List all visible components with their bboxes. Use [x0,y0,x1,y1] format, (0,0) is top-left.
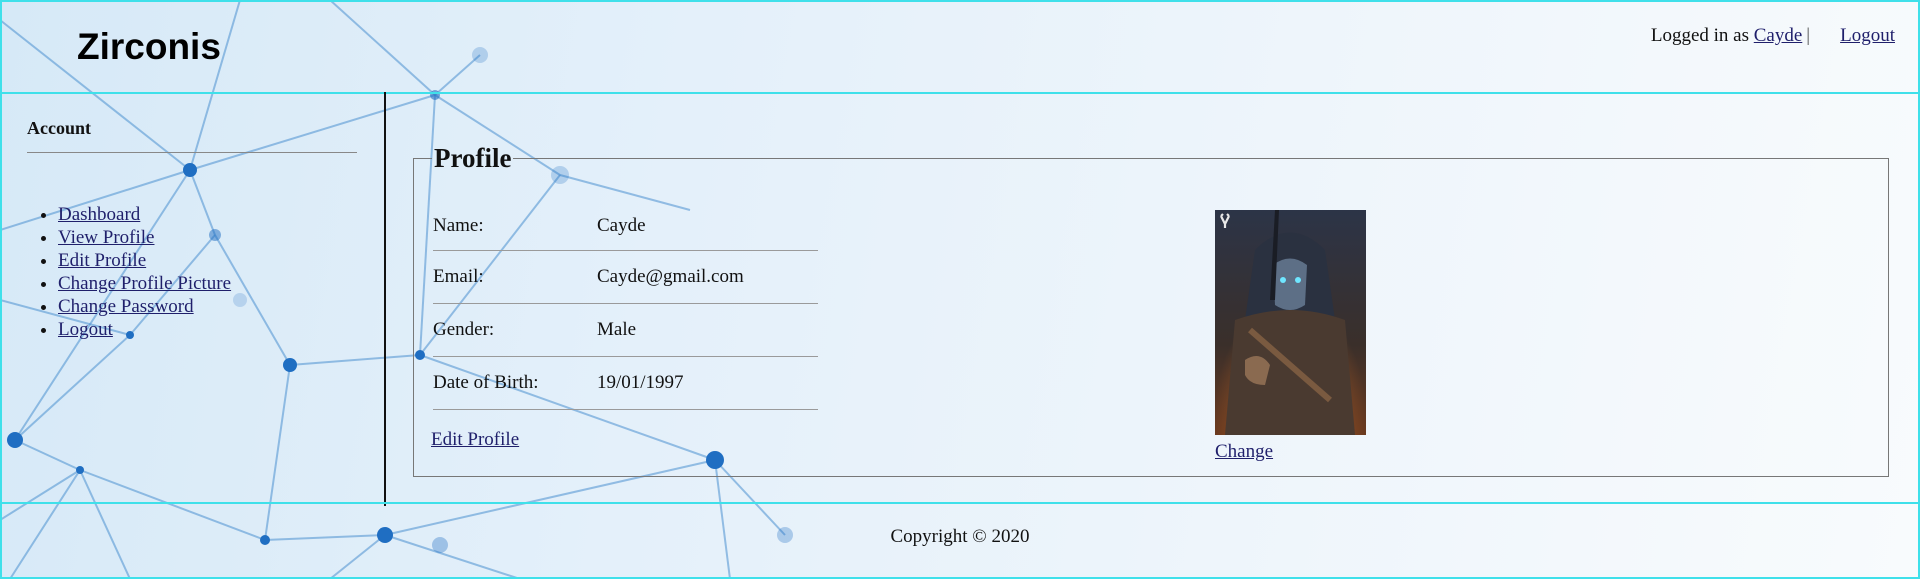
sidebar-link-logout[interactable]: Logout [58,319,113,340]
sidebar-title: Account [27,118,91,138]
sidebar-item-change-picture: Change Profile Picture [58,272,231,295]
sidebar-item-edit-profile: Edit Profile [58,249,231,272]
gender-label: Gender: [433,319,495,340]
profile-info-table: Name: Cayde Email: Cayde@gmail.com Gende… [433,202,818,410]
header-bar [0,0,1920,94]
profile-picture [1215,210,1366,435]
info-row-dob: Date of Birth: 19/01/1997 [433,357,818,410]
edit-profile-link[interactable]: Edit Profile [431,429,519,451]
sidebar-link-change-picture[interactable]: Change Profile Picture [58,273,231,294]
info-row-gender: Gender: Male [433,304,818,357]
header-logout-link[interactable]: Logout [1840,25,1895,46]
logged-in-label: Logged in as [1650,25,1749,46]
sidebar-item-view-profile: View Profile [58,226,231,249]
sidebar-divider [27,152,357,153]
change-picture-link[interactable]: Change [1215,441,1273,463]
copyright-text: Copyright © 2020 [890,526,1030,547]
sidebar-nav: Dashboard View Profile Edit Profile Chan… [18,203,231,341]
dob-value: 19/01/1997 [597,372,684,393]
gender-value: Male [597,319,637,340]
sidebar-item-dashboard: Dashboard [58,203,231,226]
username-link[interactable]: Cayde [1754,25,1803,46]
info-row-email: Email: Cayde@gmail.com [433,251,818,304]
site-logo: Zirconis [77,26,221,67]
info-row-name: Name: Cayde [433,202,818,251]
avatar-illustration [1215,210,1366,435]
sidebar-link-dashboard[interactable]: Dashboard [58,204,140,225]
email-value: Cayde@gmail.com [597,266,744,287]
profile-legend: Profile [434,143,512,173]
header-separator: | [1806,25,1811,46]
sidebar-link-change-password[interactable]: Change Password [58,296,194,317]
dob-label: Date of Birth: [433,372,539,393]
sidebar-item-change-password: Change Password [58,295,231,318]
name-value: Cayde [597,215,646,236]
sidebar-item-logout: Logout [58,318,231,341]
sidebar-link-edit-profile[interactable]: Edit Profile [58,250,146,271]
name-label: Name: [433,215,484,236]
login-info: Logged in as Cayde | Logout [1651,25,1895,47]
sidebar-link-view-profile[interactable]: View Profile [58,227,154,248]
email-label: Email: [433,266,484,287]
